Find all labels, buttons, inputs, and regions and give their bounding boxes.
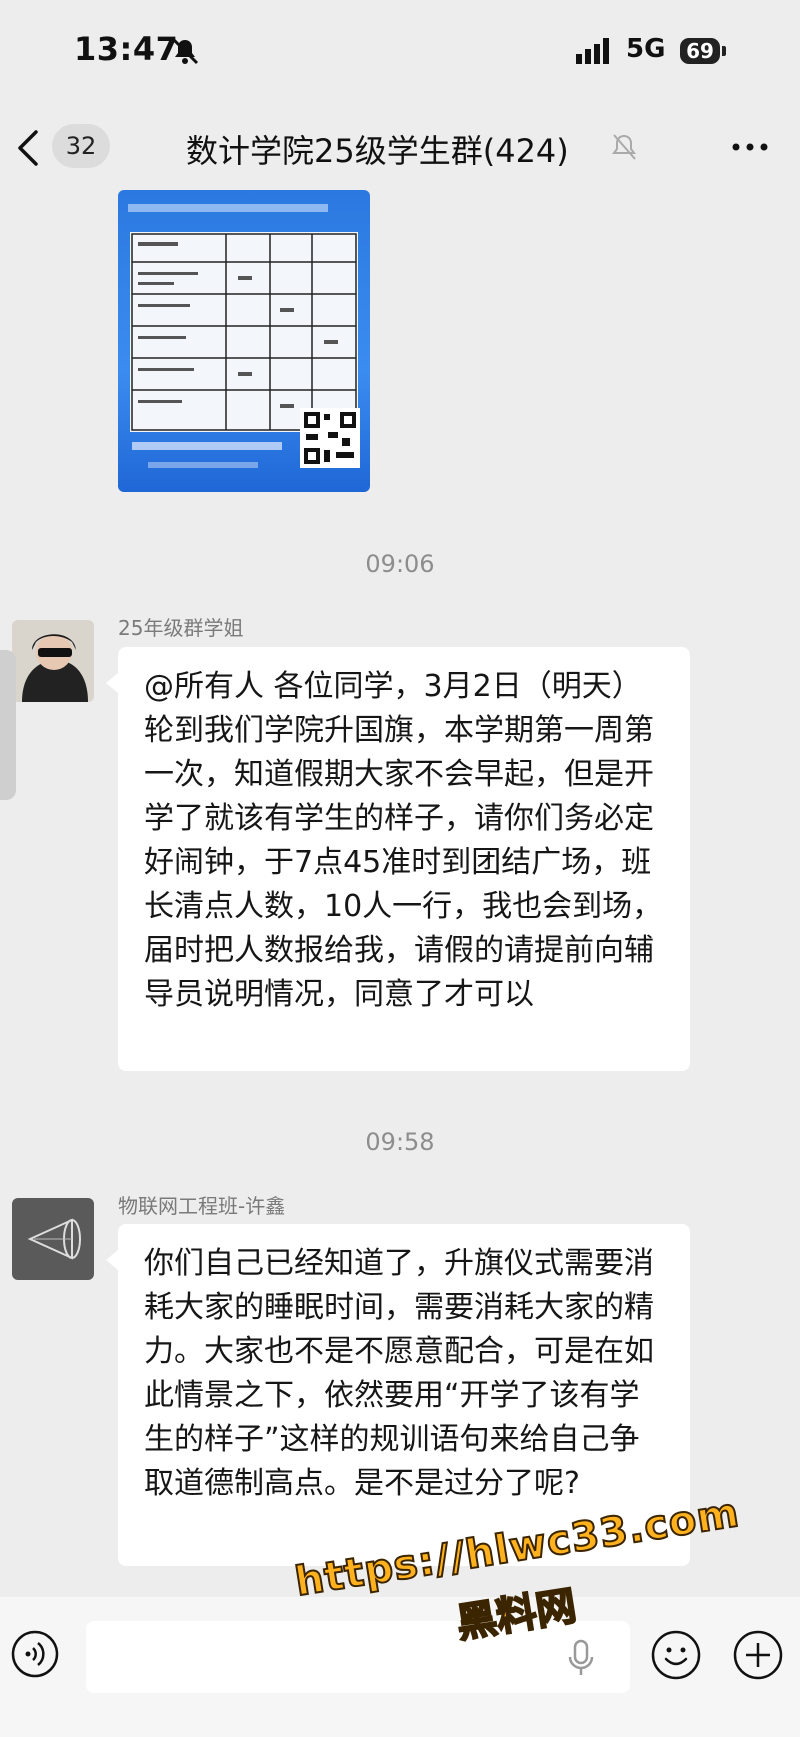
shared-image-card[interactable]	[118, 190, 370, 492]
qr-code-icon	[300, 408, 360, 468]
sender-name: 物联网工程班-许鑫	[118, 1194, 286, 1218]
microphone-icon[interactable]	[566, 1639, 596, 1679]
battery-indicator: 69	[680, 38, 720, 64]
plus-icon[interactable]	[732, 1629, 784, 1681]
schedule-table-image	[130, 232, 358, 432]
network-type: 5G	[626, 34, 666, 64]
side-drawer-handle[interactable]	[0, 650, 16, 800]
avatar[interactable]	[12, 620, 94, 702]
message-timestamp: 09:06	[365, 550, 435, 578]
avatar[interactable]	[12, 1198, 94, 1280]
input-bar	[0, 1597, 800, 1737]
more-options-icon[interactable]	[728, 132, 772, 162]
card-header-bar	[128, 204, 328, 212]
message-bubble[interactable]: @所有人 各位同学，3月2日（明天）轮到我们学院升国旗，本学期第一周第一次，知道…	[106, 647, 690, 1071]
emoji-icon[interactable]	[650, 1629, 702, 1681]
bell-muted-icon	[172, 38, 199, 65]
message-timestamp: 09:58	[365, 1128, 435, 1156]
status-bar: 13:47 5G 69	[0, 0, 800, 100]
battery-nub	[722, 46, 726, 56]
status-time: 13:47	[74, 30, 179, 68]
bell-muted-icon	[612, 134, 636, 160]
card-caption-line	[148, 462, 258, 468]
unread-count-badge[interactable]: 32	[52, 124, 110, 168]
signal-icon	[576, 38, 609, 64]
voice-input-icon[interactable]	[10, 1629, 60, 1679]
card-caption-line	[132, 442, 282, 450]
back-arrow-icon[interactable]	[14, 128, 42, 168]
chat-header: 32 数计学院25级学生群(424)	[0, 110, 800, 190]
chat-title: 数计学院25级学生群(424)	[186, 132, 569, 170]
sender-name: 25年级群学姐	[118, 616, 244, 640]
